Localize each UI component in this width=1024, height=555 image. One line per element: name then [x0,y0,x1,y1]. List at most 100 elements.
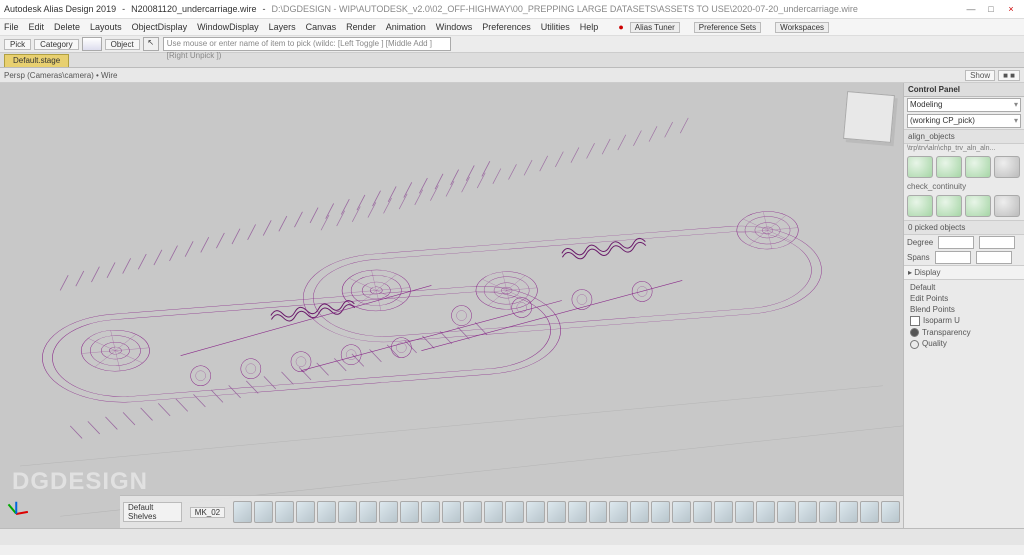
shelf-tool-icon[interactable] [233,501,252,523]
menu-render[interactable]: Render [346,22,376,32]
shelf-tab-mk02[interactable]: MK_02 [190,507,225,518]
shelf-tool-icon[interactable] [672,501,691,523]
shelf-tool-icon[interactable] [338,501,357,523]
swatch-icon[interactable] [936,195,962,217]
shelf-tool-icon[interactable] [756,501,775,523]
category-button[interactable]: Category [34,39,78,50]
shelf-tool-icon[interactable] [379,501,398,523]
pick-mode-button[interactable]: Object [105,39,140,50]
show-button[interactable]: Show [965,70,995,81]
shelf-tool-icon[interactable] [296,501,315,523]
axis-z-icon [15,501,17,513]
isoparm-checkbox[interactable] [910,316,920,326]
menu-help[interactable]: Help [580,22,599,32]
shelf-tool-icon[interactable] [526,501,545,523]
control-panel: Control Panel Modeling (working CP_pick)… [903,83,1024,528]
menu-windowdisplay[interactable]: WindowDisplay [197,22,259,32]
menu-delete[interactable]: Delete [54,22,80,32]
shelf-tool-icon[interactable] [777,501,796,523]
perspective-viewport[interactable]: DGDESIGN Default Shelves MK_02 [0,83,903,528]
shelf-tool-icon[interactable] [839,501,858,523]
transparency-label[interactable]: Transparency [922,328,971,337]
working-select[interactable]: (working CP_pick) [907,114,1021,128]
shelf-tool-icon[interactable] [400,501,419,523]
shelf-tool-icon[interactable] [735,501,754,523]
display-section-header[interactable]: Display [914,268,940,277]
swatch-icon[interactable] [994,156,1020,178]
menu-edit[interactable]: Edit [29,22,45,32]
degree-u-input[interactable] [938,236,974,249]
menu-preferences[interactable]: Preferences [482,22,531,32]
spans-u-input[interactable] [935,251,971,264]
swatch-icon[interactable] [907,195,933,217]
shelf-tool-icon[interactable] [421,501,440,523]
shelf-tool-icon[interactable] [881,501,900,523]
shelf-tool-icon[interactable] [860,501,879,523]
bottom-bar [0,528,1024,545]
shelf-tool-icon[interactable] [275,501,294,523]
quality-label[interactable]: Quality [922,339,947,348]
shelf-tool-icon[interactable] [254,501,273,523]
maximize-button[interactable]: □ [982,2,1000,16]
align-section-header: align_objects [904,129,1024,144]
shelf-bar: Default Shelves MK_02 [120,495,903,528]
alias-tuner-button[interactable]: Alias Tuner [630,22,680,33]
command-hint[interactable]: Use mouse or enter name of item to pick … [163,37,451,51]
shelf-tab-default[interactable]: Default Shelves [123,502,182,522]
pick-button[interactable]: Pick [4,39,31,50]
disp-isoparm[interactable]: Isoparm U [923,316,960,325]
swatch-icon[interactable] [965,156,991,178]
shelf-tool-icon[interactable] [589,501,608,523]
menu-windows[interactable]: Windows [436,22,473,32]
swatch-icon[interactable] [907,156,933,178]
shelf-tool-icon[interactable] [693,501,712,523]
quality-radio[interactable] [910,340,919,349]
spans-v-input[interactable] [976,251,1012,264]
shelf-tool-icon[interactable] [568,501,587,523]
shelf-tool-icon[interactable] [714,501,733,523]
cursor-icon[interactable]: ↖ [143,37,159,51]
tool-icon[interactable] [82,37,102,51]
disp-blendpoints[interactable]: Blend Points [910,304,1018,315]
stage-tab-bar: Default.stage [0,53,1024,68]
shelf-tool-icon[interactable] [651,501,670,523]
shelf-tool-icon[interactable] [505,501,524,523]
picked-section-header[interactable]: 0 picked objects [904,220,1024,235]
disp-editpoints[interactable]: Edit Points [910,293,1018,304]
degree-v-input[interactable] [979,236,1015,249]
disp-default[interactable]: Default [910,282,1018,293]
shelf-tool-icon[interactable] [463,501,482,523]
transparency-radio[interactable] [910,328,919,337]
alias-tuner-icon[interactable]: ● [618,22,623,32]
minimize-button[interactable]: — [962,2,980,16]
shelf-tool-icon[interactable] [798,501,817,523]
app-title: Autodesk Alias Design 2019 [4,4,116,14]
shelf-tool-icon[interactable] [484,501,503,523]
layout-toggle[interactable]: ■ ■ [998,70,1020,81]
menu-layers[interactable]: Layers [269,22,296,32]
shelf-tool-icon[interactable] [442,501,461,523]
swatch-icon[interactable] [994,195,1020,217]
menu-animation[interactable]: Animation [386,22,426,32]
shelf-tool-icon[interactable] [609,501,628,523]
menu-utilities[interactable]: Utilities [541,22,570,32]
shelf-tool-icon[interactable] [317,501,336,523]
shelf-tool-icon[interactable] [547,501,566,523]
shelf-tool-icon[interactable] [819,501,838,523]
menu-objectdisplay[interactable]: ObjectDisplay [132,22,188,32]
view-cube[interactable] [843,91,895,143]
menu-layouts[interactable]: Layouts [90,22,122,32]
shelf-tool-icon[interactable] [630,501,649,523]
menu-canvas[interactable]: Canvas [306,22,337,32]
swatch-icon[interactable] [965,195,991,217]
doc-path: D:\DGDESIGN - WIP\AUTODESK_v2.0\02_OFF-H… [272,4,858,14]
workspaces-button[interactable]: Workspaces [775,22,829,33]
swatch-icon[interactable] [936,156,962,178]
check-continuity-label[interactable]: check_continuity [904,181,1024,192]
close-button[interactable]: × [1002,2,1020,16]
menu-file[interactable]: File [4,22,19,32]
stage-tab-active[interactable]: Default.stage [4,54,69,67]
mode-select[interactable]: Modeling [907,98,1021,112]
shelf-tool-icon[interactable] [359,501,378,523]
preference-sets-button[interactable]: Preference Sets [694,22,761,33]
